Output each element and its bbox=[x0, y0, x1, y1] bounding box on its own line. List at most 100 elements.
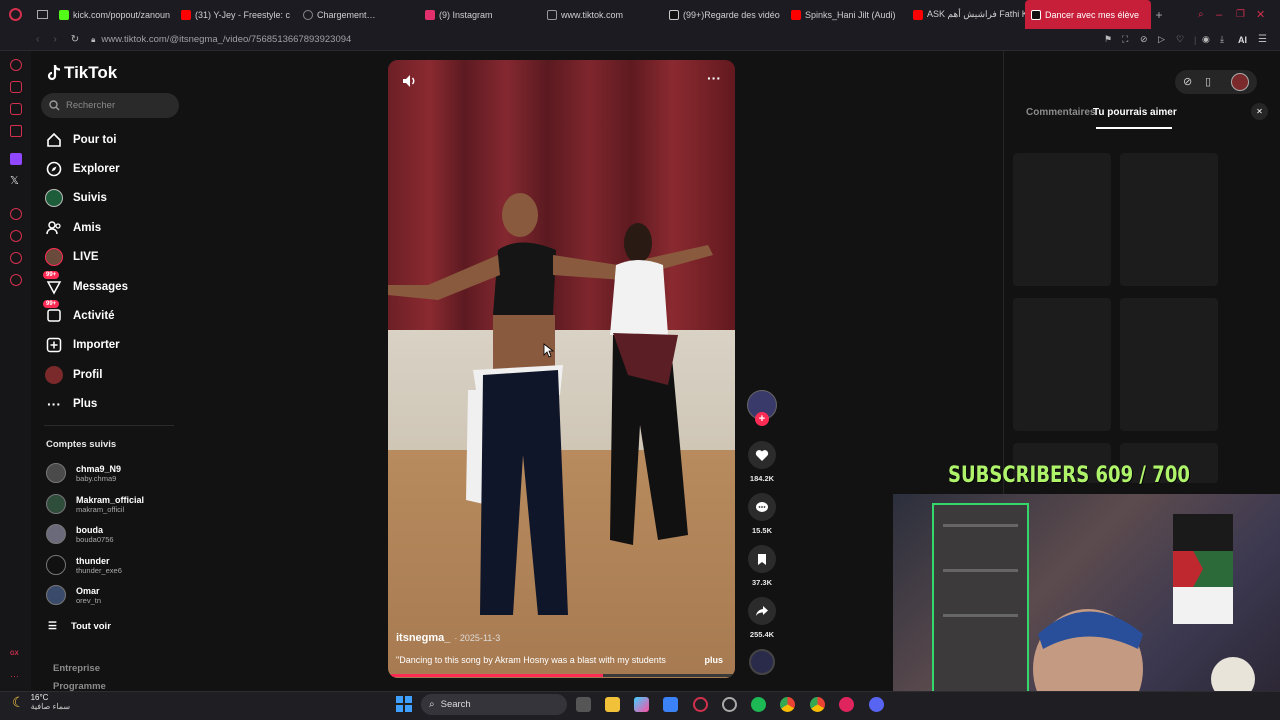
video-options-icon[interactable]: ··· bbox=[707, 70, 721, 86]
nav-item-more[interactable]: ··· Plus bbox=[45, 395, 97, 413]
browser-tab[interactable]: Chargement… bbox=[297, 0, 419, 29]
browser-tab[interactable]: (9) Instagram bbox=[419, 0, 541, 29]
nav-item-for-you[interactable]: Pour toi bbox=[45, 131, 116, 149]
browser-tab-active[interactable]: Dancer avec mes élève bbox=[1025, 0, 1151, 29]
youtube-sidebar-icon[interactable] bbox=[10, 125, 22, 137]
browser-tab[interactable]: ASK فراشيش أهم Fathi Ko bbox=[907, 0, 1025, 29]
store-icon[interactable] bbox=[663, 697, 678, 712]
close-panel-button[interactable]: ✕ bbox=[1251, 103, 1268, 120]
video-progress-bar[interactable] bbox=[388, 674, 735, 677]
volume-icon[interactable] bbox=[402, 74, 418, 93]
creator-avatar-button[interactable]: + bbox=[747, 390, 777, 426]
gx-icon[interactable]: GX bbox=[10, 651, 19, 657]
comment-button[interactable]: 15.5K bbox=[747, 493, 777, 535]
followed-account[interactable]: Omar orev_tn bbox=[46, 585, 101, 605]
taskbar-search[interactable]: ⌕ Search bbox=[421, 694, 567, 715]
browser-tab[interactable]: www.tiktok.com bbox=[541, 0, 663, 29]
reload-icon[interactable]: ↻ bbox=[71, 34, 79, 45]
browser-tab[interactable]: kick.com/popout/zanoun bbox=[53, 0, 175, 29]
forward-icon[interactable]: › bbox=[53, 34, 56, 45]
maximize-icon[interactable]: ❐ bbox=[1236, 9, 1256, 20]
nav-item-upload[interactable]: Importer bbox=[45, 336, 120, 354]
opera-sidebar-icon[interactable] bbox=[10, 59, 22, 71]
discord-icon[interactable] bbox=[869, 697, 884, 712]
menu-icon[interactable]: ☰ bbox=[1258, 34, 1280, 45]
snapshot-icon[interactable]: ⛶ bbox=[1122, 34, 1140, 45]
account-icon[interactable]: ◉ bbox=[1202, 34, 1220, 45]
obs-icon[interactable] bbox=[722, 697, 737, 712]
extensions-icon[interactable] bbox=[10, 252, 22, 264]
file-explorer-icon[interactable] bbox=[605, 697, 620, 712]
suggested-video-tile[interactable] bbox=[1120, 298, 1218, 431]
player-icon[interactable]: ▷ bbox=[1158, 34, 1176, 45]
followed-account[interactable]: chma9_N9 baby.chma9 bbox=[46, 463, 121, 483]
weather-widget[interactable]: ☾ 16°C سماء صافية bbox=[12, 693, 70, 711]
x-icon[interactable]: 𝕏 bbox=[10, 174, 19, 187]
tab-comments[interactable]: Commentaires bbox=[1026, 107, 1095, 118]
player-sidebar-icon[interactable] bbox=[10, 208, 22, 220]
minimize-icon[interactable]: – bbox=[1216, 9, 1236, 21]
back-icon[interactable]: ‹ bbox=[36, 34, 39, 45]
twitch-icon[interactable] bbox=[10, 153, 22, 165]
account-name: thunder bbox=[76, 555, 110, 566]
video-player[interactable]: ··· itsnegma_ · 2025-11-3 "Dancing to thi… bbox=[388, 60, 735, 678]
adblock-icon[interactable]: ⊘ bbox=[1140, 34, 1158, 45]
tiktok-logo[interactable]: TikTok bbox=[46, 63, 117, 83]
nav-item-activity[interactable]: 99+ Activité bbox=[43, 300, 115, 325]
opera-gx-icon[interactable] bbox=[693, 697, 708, 712]
sound-disc-button[interactable] bbox=[747, 649, 777, 675]
download-icon[interactable]: ⤓ bbox=[1220, 34, 1238, 45]
footer-link[interactable]: Entreprise bbox=[53, 663, 100, 674]
search-input[interactable]: Rechercher bbox=[41, 93, 179, 118]
followed-account[interactable]: Makram_official makram_officil bbox=[46, 494, 144, 514]
nav-item-following[interactable]: Suivis bbox=[45, 189, 107, 207]
see-all-link[interactable]: ☰ Tout voir bbox=[48, 621, 111, 632]
user-avatar[interactable] bbox=[1231, 73, 1249, 91]
suggested-video-tile[interactable] bbox=[1013, 153, 1111, 286]
task-view-icon[interactable] bbox=[576, 697, 591, 712]
suggested-video-tile[interactable] bbox=[1013, 298, 1111, 431]
windows-start-icon[interactable] bbox=[396, 696, 412, 712]
browser-tab[interactable]: (31) Y-Jey - Freestyle: c bbox=[175, 0, 297, 29]
followed-account[interactable]: bouda bouda0756 bbox=[46, 524, 114, 544]
more-dots-icon[interactable]: ··· bbox=[10, 671, 19, 681]
compass-icon[interactable]: ⊘ bbox=[1183, 75, 1192, 88]
app-icon[interactable] bbox=[839, 697, 854, 712]
tab-suggested[interactable]: Tu pourrais aimer bbox=[1093, 107, 1177, 118]
whatsapp-icon[interactable] bbox=[10, 103, 22, 115]
mobile-icon[interactable]: ▯ bbox=[1205, 75, 1211, 88]
nav-label: Amis bbox=[73, 222, 102, 234]
suggested-video-tile[interactable] bbox=[1120, 153, 1218, 286]
share-button[interactable]: 255.4K bbox=[747, 597, 777, 639]
aria-ai-button[interactable]: AI bbox=[1238, 35, 1258, 45]
browser-tab[interactable]: (99+)Regarde des vidéo bbox=[663, 0, 785, 29]
new-tab-icon[interactable]: + bbox=[1151, 8, 1167, 22]
followed-account[interactable]: thunder thunder_exe6 bbox=[46, 555, 122, 575]
opera-menu-icon[interactable] bbox=[0, 0, 31, 29]
spotify-icon[interactable] bbox=[751, 697, 766, 712]
like-button[interactable]: 184.2K bbox=[747, 441, 777, 483]
settings-icon[interactable] bbox=[10, 274, 22, 286]
opera-sidebar: 𝕏 GX ··· bbox=[0, 51, 31, 691]
video-author[interactable]: itsnegma_ · 2025-11-3 bbox=[396, 632, 500, 644]
search-tabs-icon[interactable]: ⌕ bbox=[1198, 9, 1216, 20]
browser-tab[interactable]: Spinks_Hani Jilt (Audi) bbox=[785, 0, 907, 29]
bookmark-icon[interactable]: ⚑ bbox=[1104, 34, 1122, 45]
history-icon[interactable] bbox=[10, 230, 22, 242]
nav-item-live[interactable]: LIVE bbox=[45, 248, 99, 266]
save-button[interactable]: 37.3K bbox=[747, 545, 777, 587]
close-window-icon[interactable]: ✕ bbox=[1256, 8, 1280, 21]
nav-item-messages[interactable]: 99+ Messages bbox=[43, 271, 128, 296]
heart-icon[interactable]: ♡ bbox=[1176, 34, 1194, 45]
caption-more-button[interactable]: plus bbox=[704, 655, 723, 665]
chrome-icon[interactable] bbox=[810, 697, 825, 712]
nav-item-friends[interactable]: Amis bbox=[45, 219, 101, 237]
nav-item-explore[interactable]: Explorer bbox=[45, 160, 120, 178]
copilot-icon[interactable] bbox=[634, 697, 649, 712]
nav-item-profile[interactable]: Profil bbox=[45, 366, 102, 384]
chrome-icon[interactable] bbox=[780, 697, 795, 712]
messenger-icon[interactable] bbox=[10, 81, 22, 93]
tab-switcher-icon[interactable] bbox=[31, 0, 53, 29]
follow-plus-icon[interactable]: + bbox=[755, 412, 769, 426]
url-field[interactable]: www.tiktok.com/@itsnegma_/video/75685136… bbox=[101, 34, 351, 45]
